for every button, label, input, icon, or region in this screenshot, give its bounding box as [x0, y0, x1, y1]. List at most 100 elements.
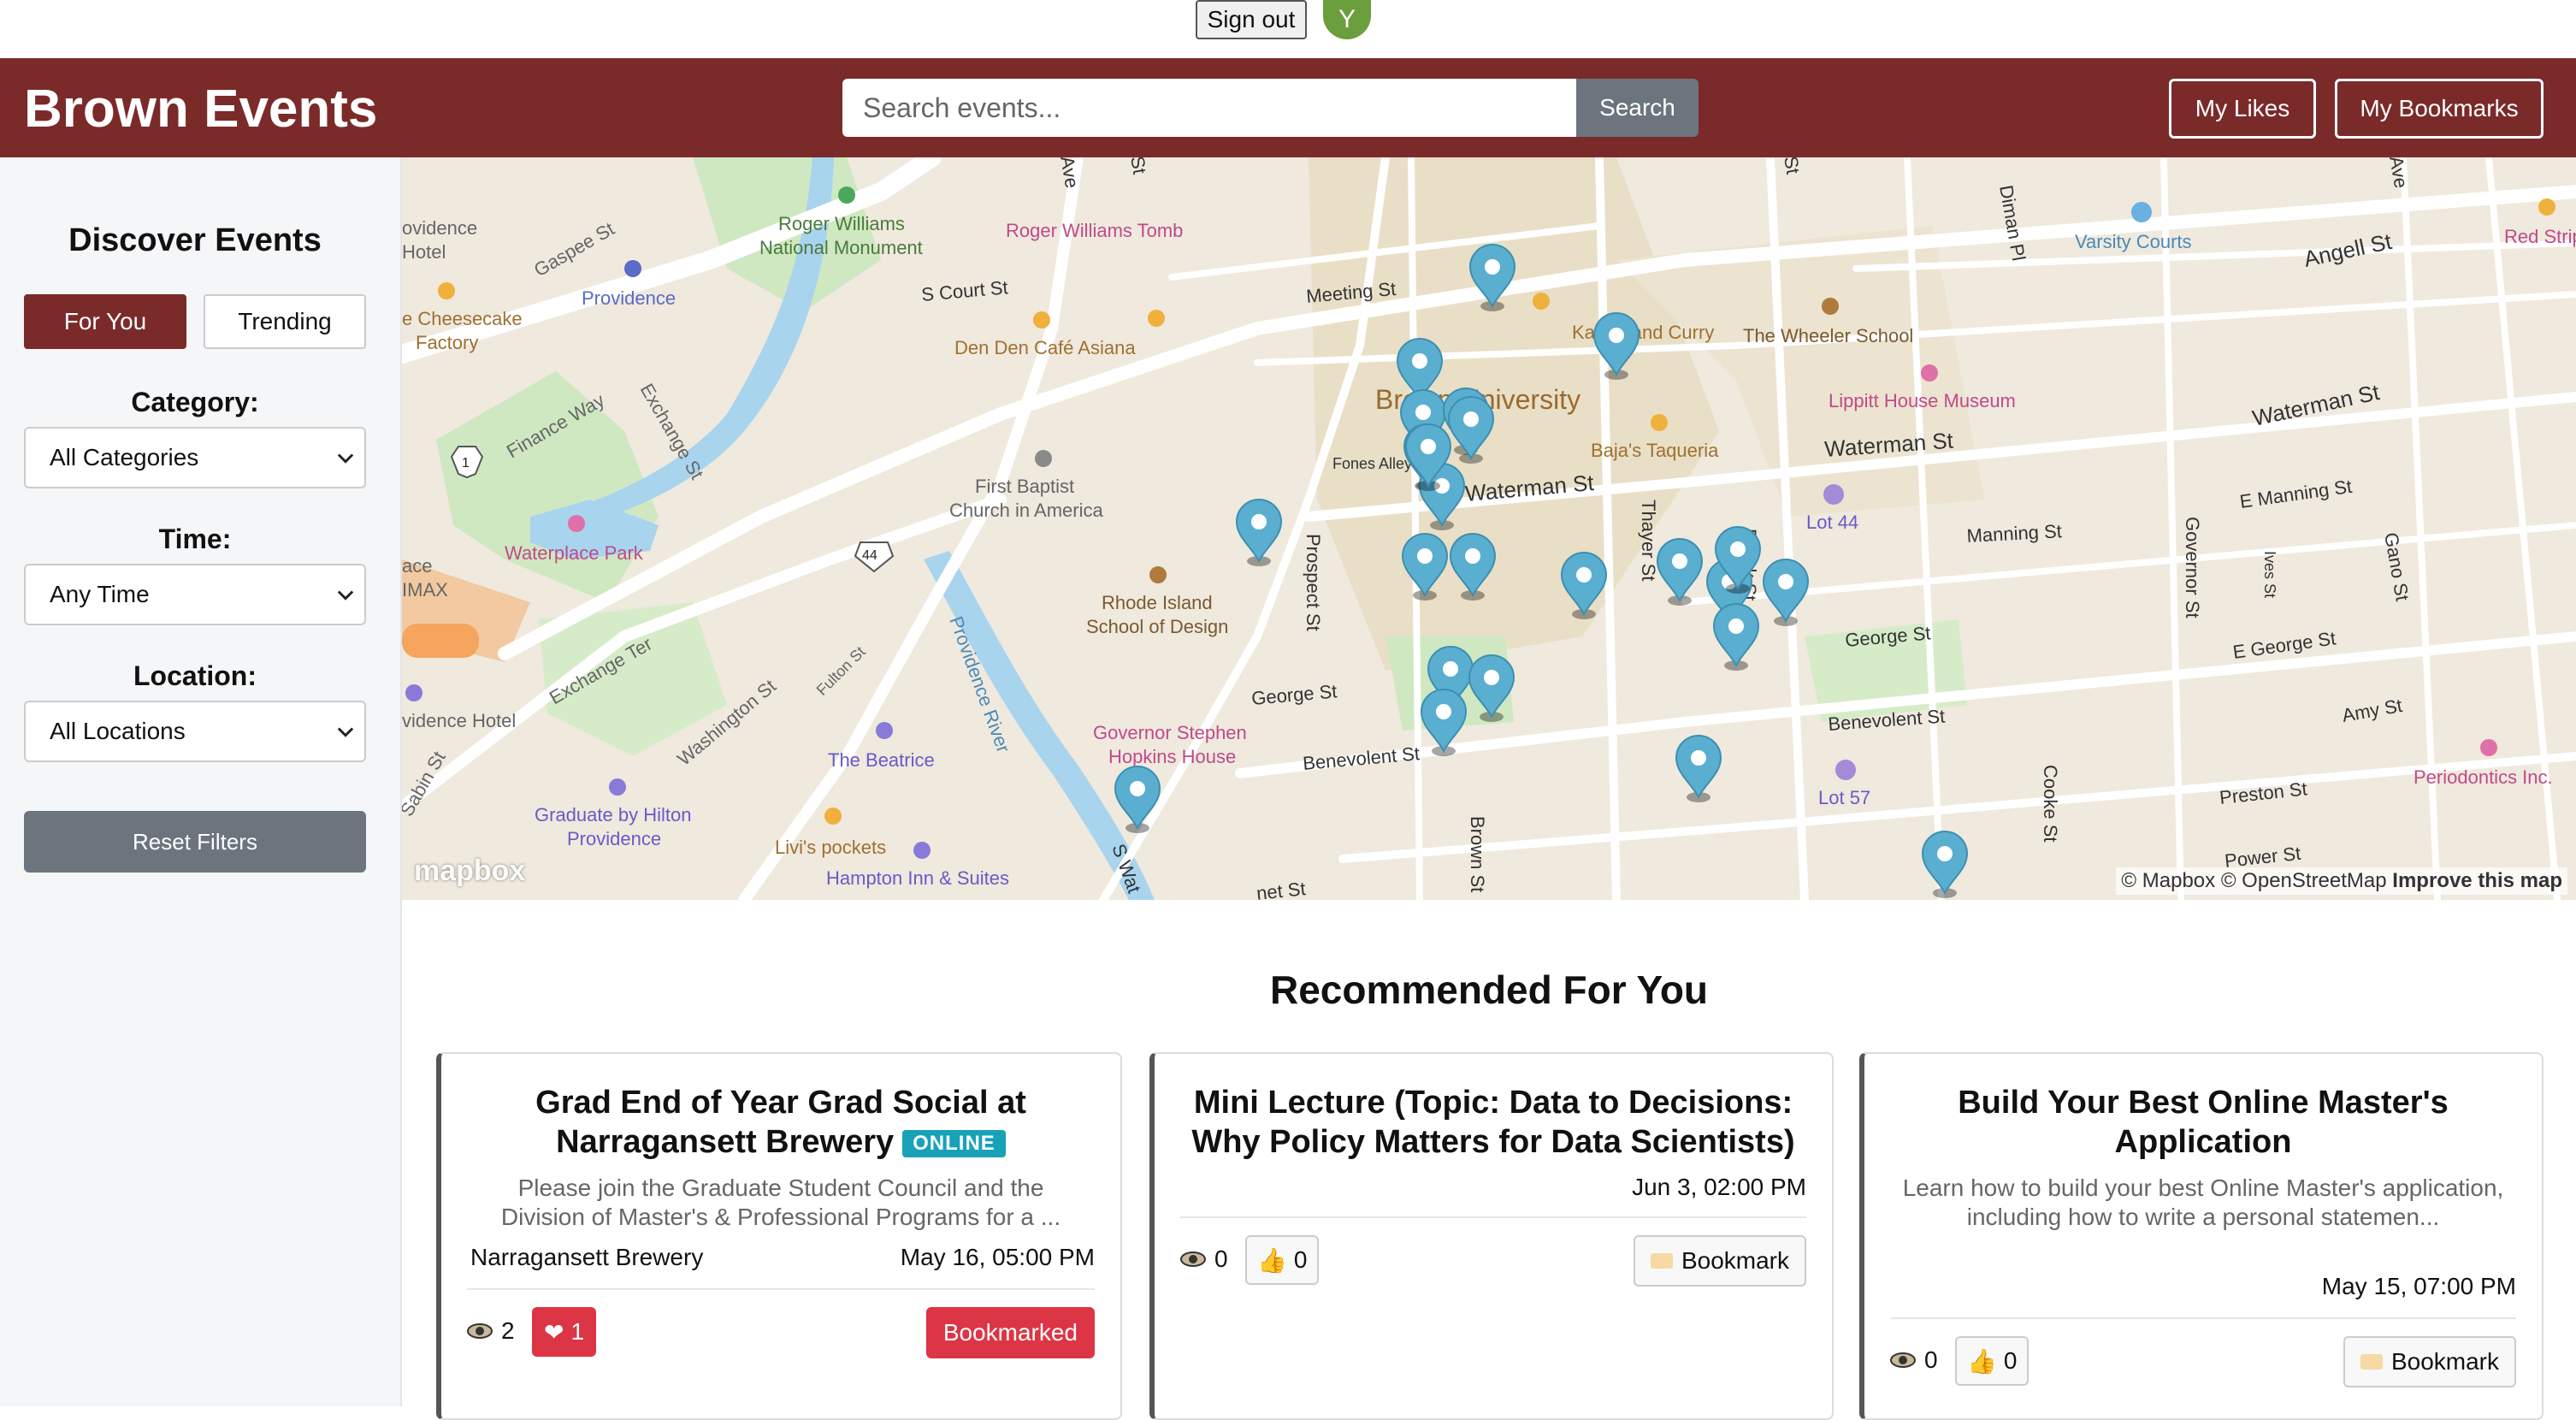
svg-text:Graduate by Hilton: Graduate by Hilton — [535, 804, 691, 825]
bookmark-icon — [2360, 1354, 2383, 1370]
svg-text:Fones Alley: Fones Alley — [1332, 455, 1412, 472]
svg-text:Ives St: Ives St — [2261, 551, 2278, 598]
chevron-down-icon — [337, 590, 354, 601]
svg-text:Church in America: Church in America — [949, 500, 1104, 521]
thumbs-up-icon: 👍 — [1967, 1347, 1997, 1375]
svg-text:Den Den Café Asiana: Den Den Café Asiana — [954, 337, 1136, 358]
svg-text:Cooke St: Cooke St — [2040, 765, 2061, 843]
event-time: Jun 3, 02:00 PM — [1632, 1174, 1806, 1200]
view-count: 0 — [1890, 1346, 1938, 1374]
my-bookmarks-button[interactable]: My Bookmarks — [2335, 79, 2544, 139]
svg-text:ace: ace — [402, 555, 432, 577]
chevron-down-icon — [337, 453, 354, 464]
card-divider — [1890, 1317, 2516, 1319]
svg-text:44: 44 — [862, 548, 877, 563]
svg-text:Lot 44: Lot 44 — [1806, 512, 1858, 533]
svg-text:Waterplace Park: Waterplace Park — [505, 542, 644, 564]
svg-text:Factory: Factory — [416, 332, 478, 353]
eye-icon — [1180, 1251, 1206, 1267]
user-avatar[interactable]: Y — [1323, 0, 1371, 39]
brand-title[interactable]: Brown Events — [24, 79, 377, 139]
filter-sidebar: Discover Events For You Trending Categor… — [0, 157, 402, 1406]
thumbs-up-icon: 👍 — [1257, 1246, 1287, 1274]
bookmark-button[interactable]: Bookmark — [1633, 1235, 1806, 1287]
user-bar: Sign out Y — [0, 0, 2576, 58]
event-location: Narragansett Brewery — [470, 1244, 704, 1270]
svg-text:ovidence: ovidence — [402, 217, 477, 239]
svg-text:Red Strip: Red Strip — [2504, 226, 2576, 247]
sidebar-title: Discover Events — [68, 222, 322, 258]
location-select-value: All Locations — [50, 718, 186, 744]
category-select[interactable]: All Categories — [24, 427, 366, 488]
event-title[interactable]: Mini Lecture (Topic: Data to Decisions: … — [1180, 1083, 1806, 1162]
svg-text:Prospect St: Prospect St — [1303, 534, 1324, 631]
like-button[interactable]: 👍 0 — [1955, 1336, 2029, 1386]
svg-text:Varsity Courts: Varsity Courts — [2075, 231, 2192, 252]
svg-text:Hopkins House: Hopkins House — [1108, 746, 1236, 767]
sign-out-button[interactable]: Sign out — [1196, 0, 1307, 39]
view-count: 0 — [1180, 1245, 1228, 1273]
map-canvas[interactable]: ovidence Hotel Gaspee St Roger Williams … — [402, 157, 2576, 900]
event-title[interactable]: Build Your Best Online Master's Applicat… — [1890, 1083, 2516, 1162]
category-label: Category: — [131, 387, 259, 417]
tab-for-you[interactable]: For You — [24, 294, 186, 349]
search-button[interactable]: Search — [1576, 79, 1699, 137]
chevron-down-icon — [337, 727, 354, 737]
event-time: May 16, 05:00 PM — [900, 1244, 1095, 1270]
svg-text:The Beatrice: The Beatrice — [828, 749, 935, 771]
eye-icon — [467, 1323, 493, 1339]
event-card[interactable]: Grad End of Year Grad Social at Narragan… — [436, 1052, 1122, 1420]
attribution-text: © Mapbox © OpenStreetMap — [2121, 869, 2387, 892]
svg-text:Hampton Inn & Suites: Hampton Inn & Suites — [826, 867, 1009, 889]
time-select-value: Any Time — [50, 581, 150, 607]
svg-text:Baja's Taqueria: Baja's Taqueria — [1591, 440, 1719, 461]
svg-text:Governor Stephen: Governor Stephen — [1093, 722, 1247, 743]
event-map[interactable]: ovidence Hotel Gaspee St Roger Williams … — [402, 157, 2576, 900]
svg-text:Livi's pockets: Livi's pockets — [775, 837, 886, 858]
bookmark-icon — [1650, 1253, 1673, 1269]
location-label: Location: — [133, 660, 257, 691]
recommended-title: Recommended For You — [1269, 967, 1709, 1012]
view-count: 2 — [467, 1317, 515, 1345]
time-select[interactable]: Any Time — [24, 564, 366, 625]
svg-text:Providence: Providence — [582, 287, 676, 309]
event-time: May 15, 07:00 PM — [2321, 1273, 2516, 1299]
svg-text:Roger Williams Tomb: Roger Williams Tomb — [1006, 220, 1183, 241]
online-badge: ONLINE — [902, 1129, 1006, 1157]
improve-map-link[interactable]: Improve this map — [2392, 869, 2562, 892]
svg-text:Governor St: Governor St — [2182, 517, 2203, 618]
event-card[interactable]: Mini Lecture (Topic: Data to Decisions: … — [1149, 1052, 1834, 1420]
mapbox-logo: mapbox — [414, 855, 526, 887]
svg-text:IMAX: IMAX — [402, 579, 448, 601]
my-likes-button[interactable]: My Likes — [2169, 79, 2316, 139]
eye-icon — [1890, 1352, 1916, 1368]
reset-filters-button[interactable]: Reset Filters — [24, 811, 366, 873]
svg-text:Lot 57: Lot 57 — [1818, 787, 1870, 808]
svg-text:First Baptist: First Baptist — [975, 476, 1074, 497]
svg-text:Thayer St: Thayer St — [1638, 500, 1659, 581]
svg-text:National Monument: National Monument — [759, 237, 923, 258]
svg-text:Roger Williams: Roger Williams — [778, 213, 905, 234]
svg-text:vidence Hotel: vidence Hotel — [402, 710, 516, 731]
event-description: Please join the Graduate Student Council… — [500, 1174, 1061, 1230]
time-label: Time: — [158, 524, 232, 554]
location-select[interactable]: All Locations — [24, 701, 366, 762]
bookmark-button[interactable]: Bookmarked — [925, 1307, 1095, 1358]
svg-text:Kabob and Curry: Kabob and Curry — [1572, 322, 1714, 343]
map-attribution[interactable]: © Mapbox © OpenStreetMap Improve this ma… — [2116, 867, 2567, 895]
svg-text:Providence: Providence — [567, 828, 661, 849]
svg-text:Periodontics Inc.: Periodontics Inc. — [2414, 766, 2553, 788]
like-button[interactable]: ❤ 1 — [532, 1307, 597, 1357]
svg-text:Hotel: Hotel — [402, 241, 446, 263]
svg-text:Lippitt House Museum: Lippitt House Museum — [1829, 390, 2016, 411]
search-input[interactable] — [842, 79, 1576, 137]
event-card[interactable]: Build Your Best Online Master's Applicat… — [1859, 1052, 2544, 1420]
tab-trending[interactable]: Trending — [204, 294, 366, 349]
bookmark-button[interactable]: Bookmark — [2343, 1336, 2516, 1387]
event-title[interactable]: Grad End of Year Grad Social at Narragan… — [467, 1083, 1095, 1162]
like-button[interactable]: 👍 0 — [1245, 1235, 1320, 1285]
category-select-value: All Categories — [50, 444, 199, 470]
svg-text:1: 1 — [462, 456, 470, 470]
app-header: Brown Events Search My Likes My Bookmark… — [0, 58, 2576, 157]
event-description: Learn how to build your best Online Mast… — [1902, 1174, 2504, 1230]
